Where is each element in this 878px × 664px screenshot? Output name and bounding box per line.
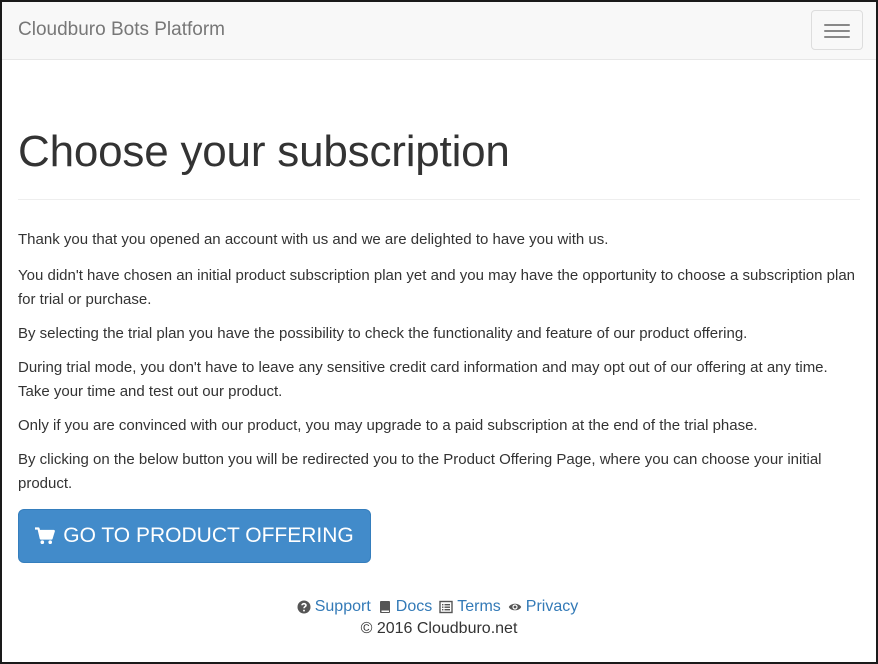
question-circle-icon xyxy=(297,600,311,614)
paragraph: By clicking on the below button you will… xyxy=(18,451,822,492)
paragraph: During trial mode, you don't have to lea… xyxy=(18,359,828,400)
go-to-product-offering-button[interactable]: GO TO PRODUCT OFFERING xyxy=(18,509,371,563)
hamburger-icon-bar xyxy=(824,30,850,32)
app-window: Cloudburo Bots Platform Choose your subs… xyxy=(0,0,878,664)
eye-icon xyxy=(508,603,521,611)
copyright-text: © 2016 Cloudburo.net xyxy=(360,620,518,637)
navbar: Cloudburo Bots Platform xyxy=(2,2,876,60)
hamburger-icon xyxy=(824,24,850,26)
hamburger-icon-bar xyxy=(824,36,850,38)
book-icon xyxy=(379,601,390,613)
paragraph: Only if you are convinced with our produ… xyxy=(18,417,758,434)
footer-links: Support Docs Terms Privacy xyxy=(2,598,876,616)
navbar-brand[interactable]: Cloudburo Bots Platform xyxy=(18,19,225,41)
intro-text: Thank you that you opened an account wit… xyxy=(18,228,856,506)
privacy-link[interactable]: Privacy xyxy=(526,598,578,616)
title-divider xyxy=(18,199,860,200)
terms-link[interactable]: Terms xyxy=(457,598,501,616)
support-link[interactable]: Support xyxy=(315,598,371,616)
shopping-cart-icon xyxy=(35,527,56,544)
paragraph: You didn't have chosen an initial produc… xyxy=(18,267,856,308)
paragraph: By selecting the trial plan you have the… xyxy=(18,325,748,342)
list-alt-icon xyxy=(439,600,453,614)
docs-link[interactable]: Docs xyxy=(396,598,432,616)
paragraph: Thank you that you opened an account wit… xyxy=(18,231,609,248)
menu-toggle-button[interactable] xyxy=(811,10,863,50)
button-label: GO TO PRODUCT OFFERING xyxy=(63,524,354,547)
footer: Support Docs Terms Privacy © 2016 Cloudb… xyxy=(2,598,876,638)
page-title: Choose your subscription xyxy=(18,127,510,176)
